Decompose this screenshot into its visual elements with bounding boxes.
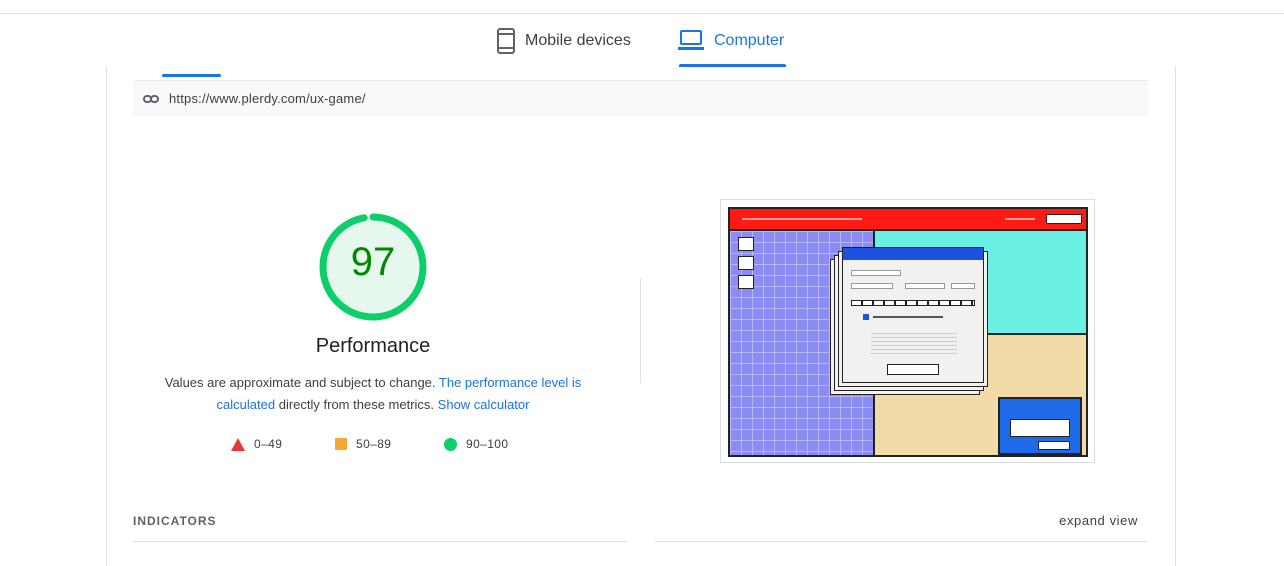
phone-icon (497, 28, 515, 54)
tab-mobile-label: Mobile devices (525, 32, 631, 49)
legend-range-good: 90–100 (466, 437, 509, 451)
legend-range-average: 50–89 (356, 437, 392, 451)
description-text-2: directly from these metrics. (278, 397, 435, 412)
report-url[interactable]: https://www.plerdy.com/ux-game/ (169, 91, 366, 106)
vertical-divider (640, 278, 641, 383)
orange-square-icon (335, 438, 347, 450)
performance-description: Values are approximate and subject to ch… (150, 372, 596, 416)
performance-title: Performance (315, 335, 431, 357)
legend-range-poor: 0–49 (254, 437, 283, 451)
green-circle-icon (444, 437, 457, 451)
link-icon (143, 94, 160, 104)
legend-item-good: 90–100 (444, 437, 508, 451)
tab-computer[interactable]: Computer (678, 22, 784, 64)
scroll-indicator (162, 74, 221, 77)
tab-computer-label: Computer (714, 32, 785, 49)
row-divider (655, 541, 1147, 542)
row-divider (133, 541, 627, 542)
screenshot-thumbnail (728, 207, 1088, 457)
show-calculator-link[interactable]: Show calculator (438, 397, 530, 412)
red-triangle-icon (231, 437, 245, 451)
indicators-heading: INDICATORS (133, 514, 217, 528)
legend-item-poor: 0–49 (231, 437, 282, 451)
tab-mobile-devices[interactable]: Mobile devices (497, 22, 631, 64)
device-tabs: Mobile devices Computer (0, 0, 1284, 70)
performance-score: 97 (350, 240, 396, 284)
url-bar: https://www.plerdy.com/ux-game/ (133, 80, 1148, 116)
legend-item-average: 50–89 (335, 437, 391, 451)
laptop-icon (678, 30, 704, 50)
page-screenshot (720, 199, 1095, 463)
expand-view-button[interactable]: expand view (1059, 513, 1138, 528)
description-text: Values are approximate and subject to ch… (164, 375, 436, 390)
